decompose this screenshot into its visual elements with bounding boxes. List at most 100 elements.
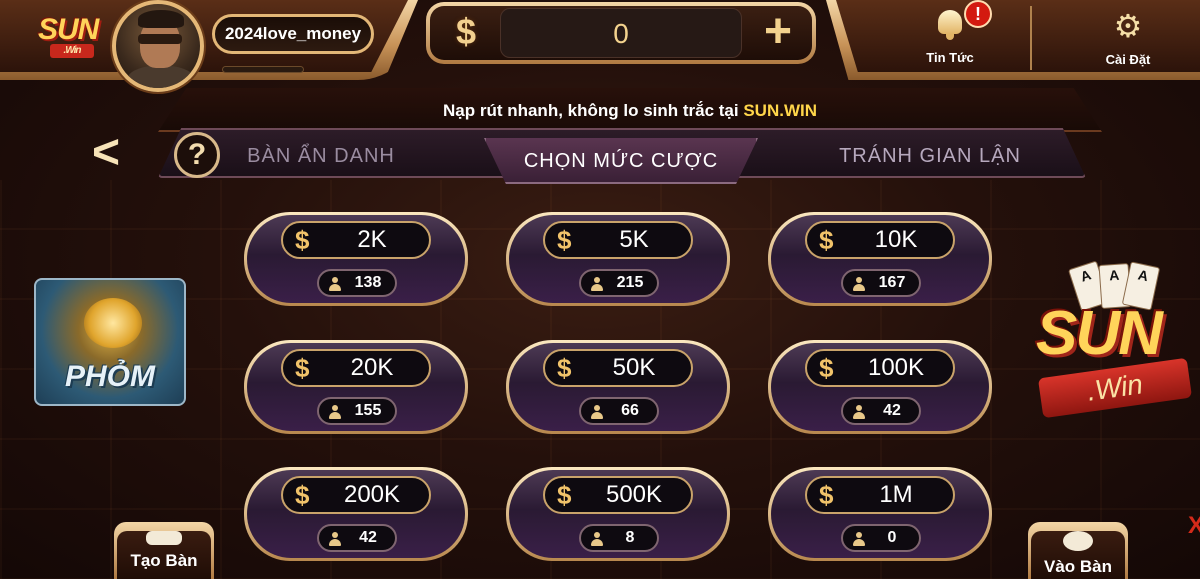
dollar-icon: $: [557, 225, 572, 255]
bet-card[interactable]: $ 2K 138: [244, 212, 468, 306]
bet-value: 5K: [619, 226, 649, 253]
bet-value: 20K: [350, 354, 394, 381]
person-icon: [853, 277, 865, 291]
bet-value: 500K: [605, 481, 663, 508]
bet-value: 200K: [343, 481, 401, 508]
logo-text: SUN: [38, 13, 99, 46]
join-table-label: Vào Bàn: [1043, 557, 1113, 576]
person-icon: [329, 277, 341, 291]
person-icon: [591, 405, 603, 419]
bet-amount-box: $ 5K: [543, 221, 693, 259]
logo-ribbon: .Win: [50, 44, 94, 58]
help-icon[interactable]: ?: [174, 132, 220, 178]
bet-amount-box: $ 2K: [281, 221, 431, 259]
table-icon: [146, 531, 182, 545]
bet-card[interactable]: $ 10K 167: [768, 212, 992, 306]
partial-close-icon: X: [1188, 512, 1200, 539]
bet-amount-box: $ 500K: [543, 476, 693, 514]
brand-text: SUN: [1036, 299, 1163, 368]
bet-card[interactable]: $ 50K 66: [506, 340, 730, 434]
person-icon: [853, 532, 865, 546]
dollar-icon: $: [295, 480, 310, 510]
bet-value: 2K: [357, 226, 387, 253]
news-label: Tin Tức: [926, 50, 974, 65]
bet-value: 10K: [874, 226, 918, 253]
exp-bar: [222, 66, 304, 73]
player-count-box: 42: [317, 524, 397, 552]
bet-amount-box: $ 1M: [805, 476, 955, 514]
avatar-hair: [138, 10, 184, 28]
avatar[interactable]: [112, 0, 204, 92]
dollar-icon: $: [295, 225, 310, 255]
bet-value: 100K: [867, 354, 925, 381]
join-table-button[interactable]: Vào Bàn: [1028, 522, 1128, 579]
marquee-highlight: SUN.WIN: [743, 101, 818, 120]
dollar-icon: $: [819, 480, 834, 510]
gear-icon: ⚙: [1113, 8, 1143, 44]
bet-card[interactable]: $ 500K 8: [506, 467, 730, 561]
player-count-box: 138: [317, 269, 397, 297]
back-button[interactable]: <: [86, 129, 126, 177]
marquee-message: Nạp rút nhanh, không lo sinh trắc tại: [442, 101, 744, 120]
username-label[interactable]: 2024love_money: [212, 14, 374, 54]
create-table-button[interactable]: Tạo Bàn: [114, 522, 214, 579]
bet-card[interactable]: $ 20K 155: [244, 340, 468, 434]
player-count-box: 42: [841, 397, 921, 425]
balance-value: 0: [500, 8, 742, 58]
coins-icon: [84, 298, 142, 348]
player-count: 138: [354, 274, 382, 291]
player-count-box: 155: [317, 397, 397, 425]
settings-button[interactable]: ⚙ Cài Đặt: [1088, 4, 1168, 70]
player-count-box: 8: [579, 524, 659, 552]
add-funds-button[interactable]: +: [752, 4, 804, 60]
person-icon: [853, 405, 865, 419]
person-icon: [591, 277, 603, 291]
tab-choose-bet[interactable]: CHỌN MỨC CƯỢC: [484, 138, 758, 184]
bet-card[interactable]: $ 200K 42: [244, 467, 468, 561]
bet-card[interactable]: $ 5K 215: [506, 212, 730, 306]
player-count: 0: [887, 529, 897, 546]
bell-icon: [934, 10, 966, 40]
player-count: 42: [883, 402, 901, 419]
player-count: 167: [878, 274, 906, 291]
tab-anonymous-table[interactable]: BÀN ẨN DANH: [228, 140, 414, 172]
bet-value: 1M: [879, 481, 913, 508]
dollar-icon: $: [557, 353, 572, 383]
player-count-box: 215: [579, 269, 659, 297]
avatar-glasses: [138, 34, 182, 44]
person-icon: [329, 532, 341, 546]
sunwin-logo-small: SUN .Win: [38, 10, 104, 58]
player-count: 66: [621, 402, 639, 419]
dollar-icon: $: [557, 480, 572, 510]
bet-amount-box: $ 10K: [805, 221, 955, 259]
enter-icon: [1063, 531, 1093, 551]
create-table-label: Tạo Bàn: [130, 551, 198, 570]
dollar-icon: $: [295, 353, 310, 383]
game-name: PHỎM: [65, 360, 155, 393]
bet-amount-box: $ 100K: [805, 349, 955, 387]
sunwin-logo-large: A A A SUN .Win: [1030, 258, 1200, 438]
news-alert-badge: !: [964, 0, 992, 28]
dollar-icon: $: [819, 353, 834, 383]
player-count: 42: [359, 529, 377, 546]
player-count-box: 0: [841, 524, 921, 552]
player-count-box: 167: [841, 269, 921, 297]
player-count-box: 66: [579, 397, 659, 425]
bet-amount-box: $ 50K: [543, 349, 693, 387]
tab-anti-cheat[interactable]: TRÁNH GIAN LẬN: [820, 140, 1040, 172]
player-count: 8: [625, 529, 635, 546]
dollar-icon: $: [819, 225, 834, 255]
player-count: 155: [354, 402, 382, 419]
phom-game-thumbnail: PHỎM: [34, 278, 186, 406]
bet-card[interactable]: $ 100K 42: [768, 340, 992, 434]
bet-card[interactable]: $ 1M 0: [768, 467, 992, 561]
bet-value: 50K: [612, 354, 656, 381]
settings-label: Cài Đặt: [1105, 52, 1151, 67]
person-icon: [591, 532, 603, 546]
dollar-icon: $: [455, 11, 477, 52]
person-icon: [329, 405, 341, 419]
header-divider: [1030, 6, 1032, 70]
player-count: 215: [616, 274, 644, 291]
marquee-text: Nạp rút nhanh, không lo sinh trắc tại SU…: [158, 96, 1102, 126]
avatar-body: [126, 66, 196, 88]
